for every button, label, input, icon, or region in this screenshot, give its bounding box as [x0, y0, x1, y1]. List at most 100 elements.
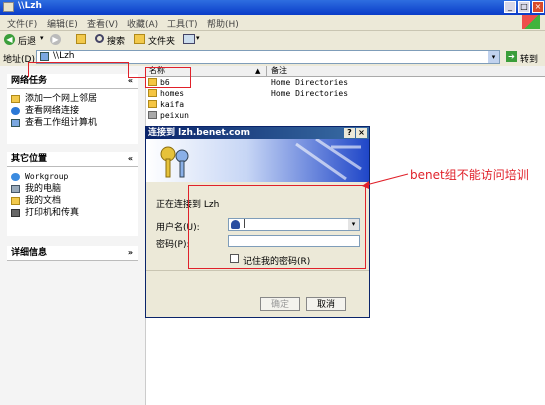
- dialog-title-bar: 连接到 lzh.benet.com ? ×: [146, 127, 369, 139]
- list-item[interactable]: homes: [148, 88, 184, 99]
- printer-icon: [11, 209, 20, 217]
- item-name: peixun: [160, 111, 189, 120]
- workgroup-link[interactable]: Workgroup: [7, 171, 138, 183]
- close-button[interactable]: ×: [532, 1, 544, 13]
- highlight-box-b6: [145, 67, 191, 88]
- annotation-line: [128, 62, 129, 77]
- view-workgroup-computers-label: 查看工作组计算机: [25, 118, 98, 128]
- item-name: kaifa: [160, 100, 185, 109]
- network-computer-icon: [40, 52, 49, 61]
- ok-button[interactable]: 确定: [260, 297, 300, 311]
- address-dropdown-icon[interactable]: ▾: [488, 51, 499, 63]
- my-documents-label: 我的文档: [25, 196, 62, 206]
- printers-faxes-link[interactable]: 打印机和传真: [7, 207, 138, 219]
- password-label: 密码(P):: [156, 240, 190, 250]
- workgroup-computers-icon: [11, 119, 20, 127]
- folders-button[interactable]: 文件夹: [148, 34, 175, 47]
- dialog-title: 连接到 lzh.benet.com: [148, 128, 250, 138]
- folder-icon: [3, 2, 14, 12]
- menu-file[interactable]: 文件(F): [7, 17, 37, 30]
- annotation-text: benet组不能访问培训: [410, 168, 529, 182]
- views-dropdown-icon[interactable]: ▾: [196, 34, 200, 42]
- menu-edit[interactable]: 编辑(E): [47, 17, 78, 30]
- list-header: 名称 ▲ 备注: [145, 66, 545, 77]
- annotation-line: [28, 62, 128, 63]
- dialog-banner: [146, 139, 369, 182]
- workgroup-icon: [11, 173, 20, 181]
- share-folder-icon: [148, 100, 157, 108]
- other-places-panel: 其它位置 « Workgroup 我的电脑 我的文档 打印机和传真: [7, 152, 138, 236]
- network-connections-icon: [11, 107, 20, 115]
- highlight-box-credentials: [188, 185, 366, 269]
- forward-arrow-icon[interactable]: ▶: [50, 34, 61, 45]
- address-label: 地址(D): [3, 55, 35, 65]
- task-pane: 网络任务 « 添加一个网上邻居 查看网络连接 查看工作组计算机 其它位置 « W…: [0, 66, 146, 405]
- go-arrow-icon[interactable]: ➔: [506, 51, 517, 62]
- keys-banner-icon: [160, 139, 362, 181]
- list-item[interactable]: peixun: [148, 110, 189, 121]
- my-computer-icon: [11, 185, 20, 193]
- window-title-bar: \\Lzh _ □ ×: [0, 0, 545, 15]
- go-button[interactable]: 转到: [520, 52, 538, 65]
- up-folder-icon[interactable]: [76, 34, 86, 44]
- other-places-title: 其它位置: [11, 154, 48, 164]
- my-documents-link[interactable]: 我的文档: [7, 195, 138, 207]
- my-computer-label: 我的电脑: [25, 184, 62, 194]
- add-network-place-label: 添加一个网上邻居: [25, 94, 98, 104]
- back-arrow-icon[interactable]: ◀: [4, 34, 15, 45]
- toolbar: ◀ 后退 ▾ ▶ 搜索 文件夹 ▾: [0, 31, 545, 49]
- back-button[interactable]: 后退: [18, 34, 36, 47]
- menu-view[interactable]: 查看(V): [87, 17, 118, 30]
- add-place-icon: [11, 95, 20, 103]
- item-comment: Home Directories: [271, 89, 349, 98]
- list-item[interactable]: kaifa: [148, 99, 184, 110]
- network-tasks-header[interactable]: 网络任务 «: [7, 74, 138, 89]
- expand-chevron-icon[interactable]: »: [128, 246, 133, 260]
- column-comment-header[interactable]: 备注: [271, 66, 287, 76]
- other-places-header[interactable]: 其它位置 «: [7, 152, 138, 167]
- connect-dialog: 连接到 lzh.benet.com ? × 正在连接到 Lzh 用户名(U): …: [145, 126, 370, 318]
- menu-help[interactable]: 帮助(H): [207, 17, 239, 30]
- menu-bar: 文件(F) 编辑(E) 查看(V) 收藏(A) 工具(T) 帮助(H): [0, 15, 545, 31]
- view-network-connections-label: 查看网络连接: [25, 106, 80, 116]
- address-value: \\Lzh: [53, 51, 75, 61]
- menu-tools[interactable]: 工具(T): [167, 17, 198, 30]
- sort-arrow-icon: ▲: [255, 67, 261, 75]
- address-bar: 地址(D) \\Lzh ▾ ➔ 转到: [0, 48, 545, 67]
- network-tasks-panel: 网络任务 « 添加一个网上邻居 查看网络连接 查看工作组计算机: [7, 74, 138, 144]
- annotation-line: [128, 77, 145, 78]
- share-folder-icon: [148, 111, 157, 119]
- divider: [146, 270, 369, 271]
- annotation-arrow-icon: [362, 173, 409, 189]
- maximize-button[interactable]: □: [518, 1, 530, 13]
- details-title: 详细信息: [11, 248, 48, 258]
- share-folder-icon: [148, 89, 157, 97]
- workgroup-label: Workgroup: [25, 172, 69, 181]
- item-name: homes: [160, 89, 185, 98]
- menu-favorites[interactable]: 收藏(A): [127, 17, 158, 30]
- my-documents-icon: [11, 197, 20, 205]
- details-panel: 详细信息 »: [7, 246, 138, 261]
- back-dropdown-icon[interactable]: ▾: [40, 34, 44, 42]
- views-icon[interactable]: [183, 34, 195, 44]
- help-button[interactable]: ?: [344, 128, 355, 138]
- minimize-button[interactable]: _: [504, 1, 516, 13]
- search-icon[interactable]: [95, 34, 104, 43]
- search-button[interactable]: 搜索: [107, 34, 125, 47]
- details-header[interactable]: 详细信息 »: [7, 246, 138, 261]
- dialog-close-button[interactable]: ×: [356, 128, 367, 138]
- network-tasks-title: 网络任务: [11, 76, 48, 86]
- column-divider[interactable]: [266, 66, 267, 76]
- cancel-button[interactable]: 取消: [306, 297, 346, 311]
- view-network-connections-link[interactable]: 查看网络连接: [7, 105, 138, 117]
- windows-logo-icon: [522, 15, 540, 29]
- printers-faxes-label: 打印机和传真: [25, 208, 80, 218]
- item-comment: Home Directories: [271, 78, 349, 87]
- folders-icon[interactable]: [134, 34, 145, 44]
- annotation-line: [28, 62, 29, 77]
- add-network-place-link[interactable]: 添加一个网上邻居: [7, 93, 138, 105]
- view-workgroup-computers-link[interactable]: 查看工作组计算机: [7, 117, 138, 129]
- collapse-chevron-icon[interactable]: «: [128, 152, 133, 166]
- my-computer-link[interactable]: 我的电脑: [7, 183, 138, 195]
- window-title: \\Lzh: [18, 1, 42, 11]
